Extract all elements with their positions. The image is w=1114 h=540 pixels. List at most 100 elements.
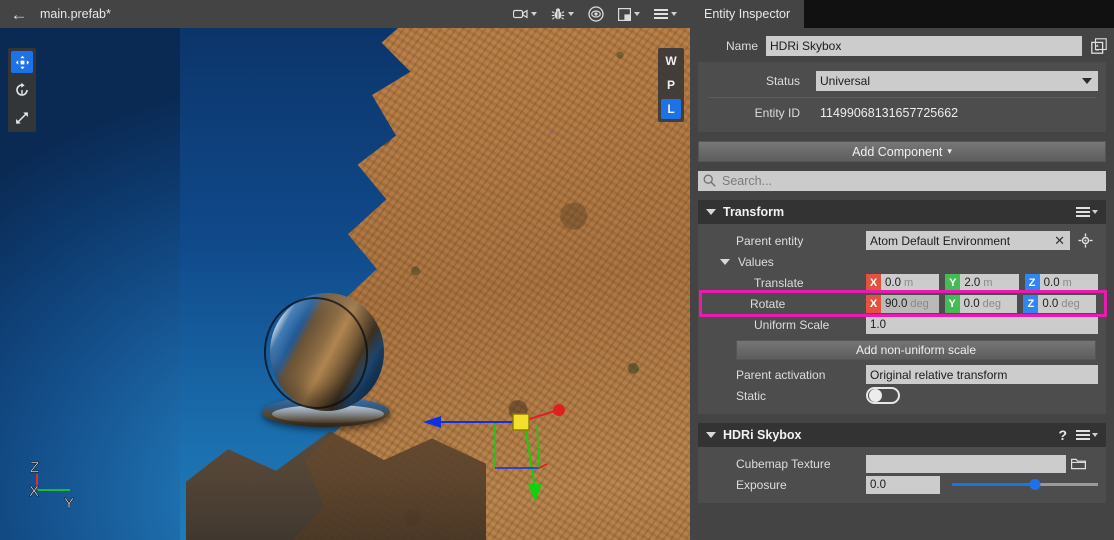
close-icon[interactable]: ✕ [1054, 233, 1065, 249]
exposure-slider[interactable] [952, 478, 1098, 492]
parent-activation-value: Original relative transform [870, 368, 1007, 382]
translate-x-input[interactable]: 0.0 m [881, 274, 939, 292]
camera-menu-button[interactable] [506, 0, 544, 28]
axis-tag-x: X [866, 274, 881, 292]
viewport-toolbar-actions [506, 0, 690, 28]
gizmo-center-handle [513, 414, 529, 430]
unit-label: m [904, 277, 913, 289]
uniform-scale-input[interactable]: 1.0 [866, 316, 1098, 334]
axis-tag-y: Y [945, 274, 960, 292]
rotate-y-field[interactable]: Y 0.0 deg [945, 295, 1018, 313]
viewport-options-menu-button[interactable] [647, 0, 684, 28]
entity-name-row: Name [690, 28, 1114, 62]
status-dropdown[interactable]: Universal [816, 71, 1098, 91]
space-button-local[interactable]: L [661, 99, 681, 119]
translate-y-input[interactable]: 2.0 m [960, 274, 1018, 292]
uniform-scale-row: Uniform Scale 1.0 [698, 314, 1106, 335]
cubemap-texture-label: Cubemap Texture [706, 457, 866, 471]
folder-icon[interactable] [1068, 457, 1088, 470]
space-button-parent[interactable]: P [661, 75, 681, 95]
translate-z-value: 0.0 [1044, 277, 1060, 289]
pin-icon[interactable] [1090, 37, 1108, 55]
viewport-tool-strip [8, 48, 36, 132]
layout-icon [618, 8, 631, 21]
unit-label: deg [983, 298, 1001, 310]
entity-name-input[interactable] [766, 36, 1082, 56]
cubemap-texture-input[interactable] [866, 455, 1066, 473]
translate-z-field[interactable]: Z 0.0 m [1025, 274, 1098, 292]
viewport-pane: ← main.prefab* [0, 0, 690, 540]
parent-entity-row: Parent entity Atom Default Environment ✕ [698, 230, 1106, 251]
gizmo-handle-z [528, 484, 542, 502]
bug-icon [551, 7, 565, 21]
static-row: Static [698, 385, 1106, 406]
move-tool-button[interactable] [11, 51, 33, 73]
target-icon[interactable] [1076, 233, 1094, 248]
translate-x-value: 0.0 [885, 277, 901, 289]
parent-activation-dropdown[interactable]: Original relative transform [866, 365, 1098, 384]
chevron-down-icon[interactable] [706, 432, 716, 438]
entity-inspector-pane: Entity Inspector Name Status [690, 0, 1114, 540]
rotate-fields: X 90.0 deg Y 0.0 deg [866, 295, 1096, 313]
parent-entity-label: Parent entity [706, 234, 866, 248]
scale-icon [14, 110, 30, 126]
layout-menu-button[interactable] [611, 0, 647, 28]
rotate-z-input[interactable]: 0.0 deg [1038, 295, 1096, 313]
move-icon [15, 55, 30, 70]
status-value: Universal [820, 74, 870, 88]
static-toggle[interactable] [866, 387, 900, 404]
inspector-tabbar: Entity Inspector [690, 0, 1114, 28]
axis-tag-x: X [866, 295, 881, 313]
rotate-label: Rotate [706, 297, 866, 311]
slider-knob[interactable] [1030, 479, 1041, 490]
translate-gizmo[interactable] [415, 376, 585, 506]
rotate-row: Rotate X 90.0 deg Y [702, 293, 1104, 314]
chevron-down-icon [1092, 210, 1098, 214]
rotate-y-input[interactable]: 0.0 deg [960, 295, 1018, 313]
viewport-toolbar: ← main.prefab* [0, 0, 690, 28]
question-mark-icon[interactable]: ? [1058, 427, 1067, 443]
rotate-x-field[interactable]: X 90.0 deg [866, 295, 939, 313]
rotate-z-field[interactable]: Z 0.0 deg [1023, 295, 1096, 313]
translate-z-input[interactable]: 0.0 m [1040, 274, 1098, 292]
entity-id-row: Entity ID 11499068131657725662 [698, 102, 1106, 124]
sphere-entity[interactable] [262, 293, 392, 428]
component-transform: Transform Parent entity Atom Default Env… [698, 200, 1106, 414]
translate-y-field[interactable]: Y 2.0 m [945, 274, 1018, 292]
translate-x-field[interactable]: X 0.0 m [866, 274, 939, 292]
viewport-display-button[interactable] [581, 0, 611, 28]
search-icon [703, 174, 716, 190]
scale-tool-button[interactable] [11, 107, 33, 129]
parent-entity-field[interactable]: Atom Default Environment ✕ [866, 231, 1070, 250]
tab-entity-inspector[interactable]: Entity Inspector [690, 0, 804, 28]
chevron-down-icon[interactable] [720, 259, 730, 265]
rotate-tool-button[interactable] [11, 79, 33, 101]
reference-space-strip: W P L [658, 48, 684, 122]
back-arrow-icon[interactable]: ← [0, 0, 38, 28]
values-group-row[interactable]: Values [698, 251, 1106, 272]
cubemap-texture-row: Cubemap Texture [698, 453, 1106, 474]
hamburger-icon [1076, 430, 1090, 440]
exposure-input[interactable]: 0.0 [866, 476, 940, 494]
parent-entity-value: Atom Default Environment [870, 234, 1010, 248]
rotate-x-value: 90.0 [885, 298, 907, 310]
transform-header[interactable]: Transform [698, 200, 1106, 224]
transform-menu-button[interactable] [1076, 207, 1098, 217]
hdri-skybox-header[interactable]: HDRi Skybox ? [698, 423, 1106, 447]
rotate-x-input[interactable]: 90.0 deg [881, 295, 939, 313]
add-component-button[interactable]: Add Component ▾ [698, 141, 1106, 162]
space-button-world[interactable]: W [661, 51, 681, 71]
3d-viewport[interactable]: W P L Z X Y [0, 28, 690, 540]
chevron-down-icon[interactable] [706, 209, 716, 215]
rotate-y-value: 0.0 [964, 298, 980, 310]
hdri-skybox-menu-button[interactable] [1076, 430, 1098, 440]
axis-tag-z: Z [1023, 295, 1038, 313]
unit-label: deg [1061, 298, 1079, 310]
prefab-name-label: main.prefab* [40, 7, 111, 21]
add-non-uniform-scale-button[interactable]: Add non-uniform scale [736, 340, 1096, 360]
search-input[interactable] [698, 171, 1106, 191]
chevron-down-icon [671, 12, 677, 16]
values-label: Values [730, 255, 774, 269]
hamburger-icon [654, 9, 668, 19]
debug-menu-button[interactable] [544, 0, 581, 28]
